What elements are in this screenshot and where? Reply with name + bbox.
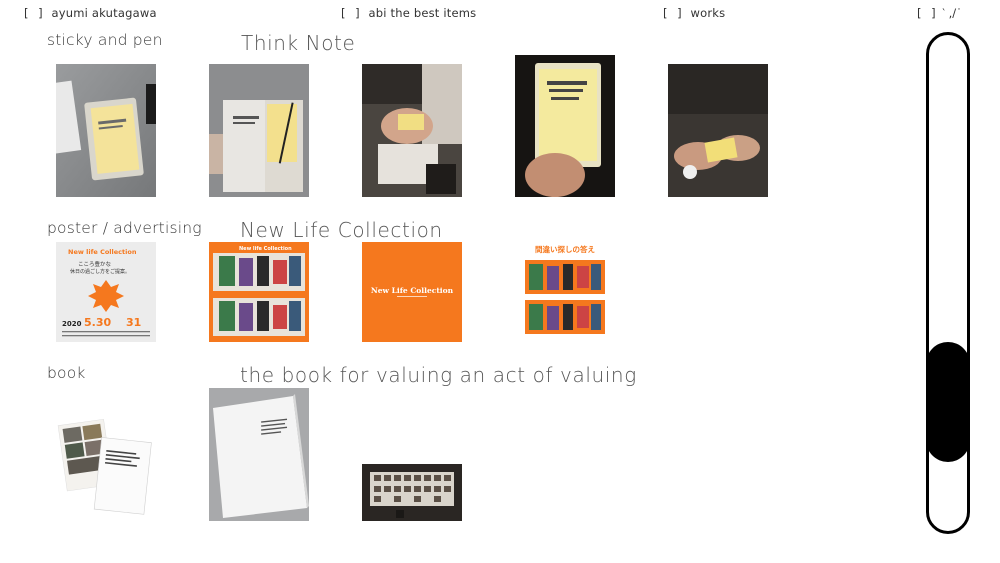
photo-book-cover: [209, 388, 309, 521]
photo-hand-holding-note: [515, 55, 615, 197]
poster-star-icon: [88, 280, 124, 312]
project-title-new-life[interactable]: New Life Collection: [240, 218, 443, 242]
scroll-slider-thumb[interactable]: [926, 342, 970, 462]
photo-book-spreads: [56, 412, 156, 520]
project-title-think-note[interactable]: Think Note: [241, 31, 355, 55]
poster-puzzle-title: 間違い探しの答え: [535, 244, 595, 254]
thumb-think-note-3[interactable]: [362, 64, 462, 197]
nav-bracket: [ ]: [24, 6, 46, 20]
poster-brand: New life Collection: [68, 248, 137, 256]
thumb-poster-2[interactable]: New life Collection: [209, 242, 309, 342]
nav-label: ‵ ,/˙: [942, 6, 962, 20]
nav-ayumi-akutagawa[interactable]: [ ] ayumi akutagawa: [24, 6, 157, 20]
photo-book-exhibition: [362, 464, 462, 521]
poster-logo-text: New Life Collection: [371, 286, 454, 295]
photo-open-note: [209, 64, 309, 197]
nav-best-items[interactable]: [ ] abi the best items: [341, 6, 476, 20]
photo-note-on-desk: [56, 64, 156, 197]
section-label-sticky: sticky and pen: [47, 31, 163, 49]
svg-text:New life Collection: New life Collection: [239, 246, 292, 252]
nav-bracket: [ ]: [917, 6, 939, 20]
thumb-poster-4[interactable]: 間違い探しの答え: [515, 242, 615, 342]
poster-puzzle-answer: 間違い探しの答え: [515, 242, 615, 342]
thumb-think-note-5[interactable]: [668, 64, 768, 197]
project-title-book[interactable]: the book for valuing an act of valuing: [240, 363, 637, 387]
nav-works[interactable]: [ ] works: [663, 6, 725, 20]
nav-bracket: [ ]: [341, 6, 363, 20]
poster-date-year: 2020: [62, 320, 82, 328]
nav-symbol[interactable]: [ ] ‵ ,/˙: [917, 6, 962, 20]
thumb-book-1[interactable]: [56, 412, 156, 520]
photo-hands-note: [362, 64, 462, 197]
thumb-book-3[interactable]: [362, 464, 462, 521]
nav-label: works: [690, 6, 726, 20]
poster-clothes-collage: New life Collection: [209, 242, 309, 342]
poster-new-life: New life Collection こころ豊かな 休日の過ごし方をご提案。 …: [56, 242, 156, 342]
poster-orange-logo: New Life Collection: [362, 242, 462, 342]
thumb-book-2[interactable]: [209, 388, 309, 521]
thumb-think-note-4[interactable]: [515, 55, 615, 197]
thumb-poster-3[interactable]: New Life Collection: [362, 242, 462, 342]
nav-label: abi the best items: [368, 6, 477, 20]
section-label-book: book: [47, 364, 86, 382]
thumb-think-note-1[interactable]: [56, 64, 156, 197]
poster-date-day: 5.30: [84, 316, 111, 329]
nav-label: ayumi akutagawa: [51, 6, 157, 20]
section-label-poster: poster / advertising: [47, 219, 202, 237]
thumb-poster-1[interactable]: New life Collection こころ豊かな 休日の過ごし方をご提案。 …: [56, 242, 156, 342]
poster-jp-2: 休日の過ごし方をご提案。: [70, 268, 130, 275]
poster-jp-1: こころ豊かな: [78, 260, 112, 268]
photo-exchanging-note: [668, 64, 768, 197]
poster-date-day2: 31: [126, 316, 141, 329]
thumb-think-note-2[interactable]: [209, 64, 309, 197]
nav-bracket: [ ]: [663, 6, 685, 20]
